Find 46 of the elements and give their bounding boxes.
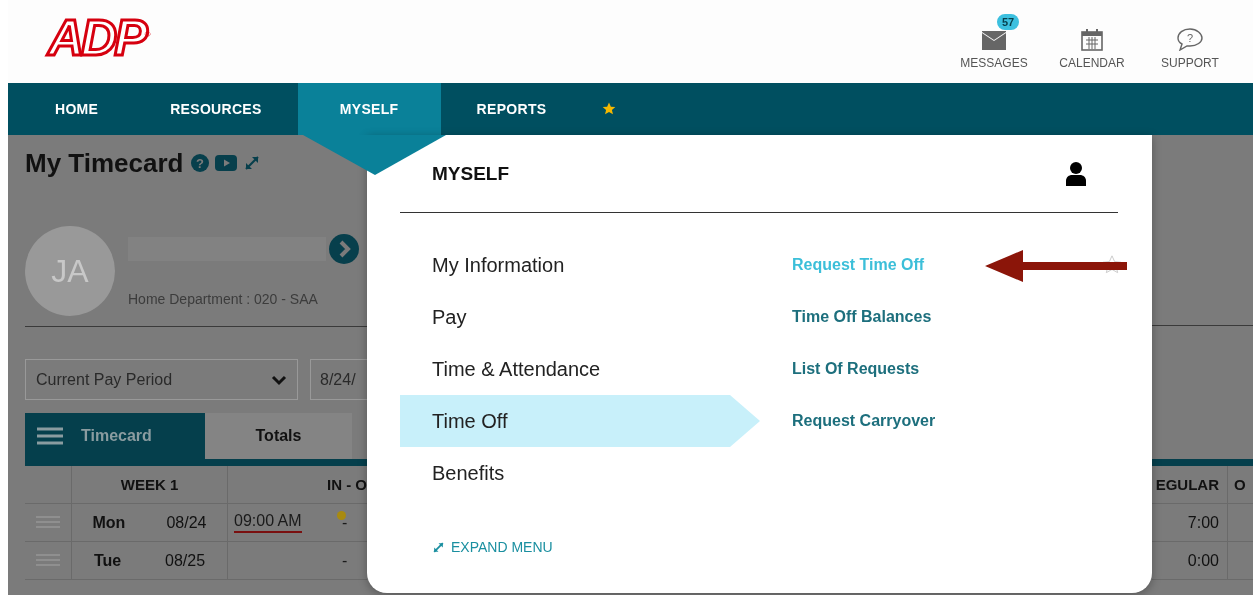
day-cell: Tue	[93, 551, 122, 570]
warning-dot	[337, 511, 346, 520]
count-badge: 57	[997, 14, 1020, 30]
date-cell: 08/24	[166, 513, 207, 532]
time-entry[interactable]: 09:00 AM	[234, 512, 302, 533]
menu-link[interactable]: Time Off Balances	[792, 308, 932, 326]
envelope-icon	[981, 31, 1007, 51]
menu-category[interactable]: Benefits	[400, 447, 730, 499]
header-shortcut[interactable]: 57 MESSAGES	[945, 13, 1043, 70]
menu-category[interactable]: My Information	[400, 239, 730, 291]
help-bubble-icon: ?	[1176, 27, 1204, 51]
chevron-down-icon	[271, 373, 287, 386]
menu-link[interactable]: Request Carryover	[792, 412, 936, 430]
hours-cell: 7:00	[1187, 513, 1219, 532]
date-cell: 08/25	[165, 551, 206, 570]
video-icon[interactable]	[215, 155, 238, 171]
menu-category[interactable]: Pay	[400, 291, 730, 343]
menu-icon	[37, 427, 63, 445]
menu-title: MYSELF	[432, 163, 510, 185]
nav-tab[interactable]: HOME	[8, 83, 135, 135]
header-shortcut[interactable]: ? SUPPORT	[1141, 13, 1239, 70]
nav-tab[interactable]: REPORTS	[440, 83, 583, 135]
person-icon[interactable]	[1066, 162, 1086, 186]
time-cell: -	[342, 513, 348, 532]
menu-category[interactable]: Time & Attendance	[400, 343, 730, 395]
nav-tab[interactable]: RESOURCES	[134, 83, 298, 135]
pay-period-dropdown[interactable]: Current Pay Period	[25, 359, 298, 400]
nav-tab[interactable]: MYSELF	[297, 83, 441, 135]
department-text: Home Department : 020 - SAA	[128, 291, 319, 307]
column-header: O	[1228, 466, 1253, 504]
day-cell: Mon	[92, 513, 126, 532]
calendar-icon	[1081, 29, 1103, 51]
page-title: My Timecard	[25, 147, 184, 179]
expand-menu-link[interactable]: EXPAND MENU	[432, 539, 553, 555]
timecard-tab[interactable]: Timecard	[25, 413, 205, 459]
menu-link[interactable]: List Of Requests	[792, 360, 920, 378]
time-cell: -	[342, 551, 348, 570]
hours-cell: 0:00	[1187, 551, 1219, 570]
column-header: WEEK 1	[72, 466, 228, 504]
chevron-right-icon[interactable]	[329, 234, 359, 264]
expand-icon	[432, 540, 445, 554]
star-icon[interactable]	[602, 102, 617, 116]
header-shortcut[interactable]: CALENDAR	[1043, 13, 1141, 70]
expand-icon[interactable]	[243, 154, 262, 172]
timecard-tab[interactable]: Totals	[205, 413, 352, 459]
menu-category[interactable]: Time Off	[400, 395, 760, 447]
